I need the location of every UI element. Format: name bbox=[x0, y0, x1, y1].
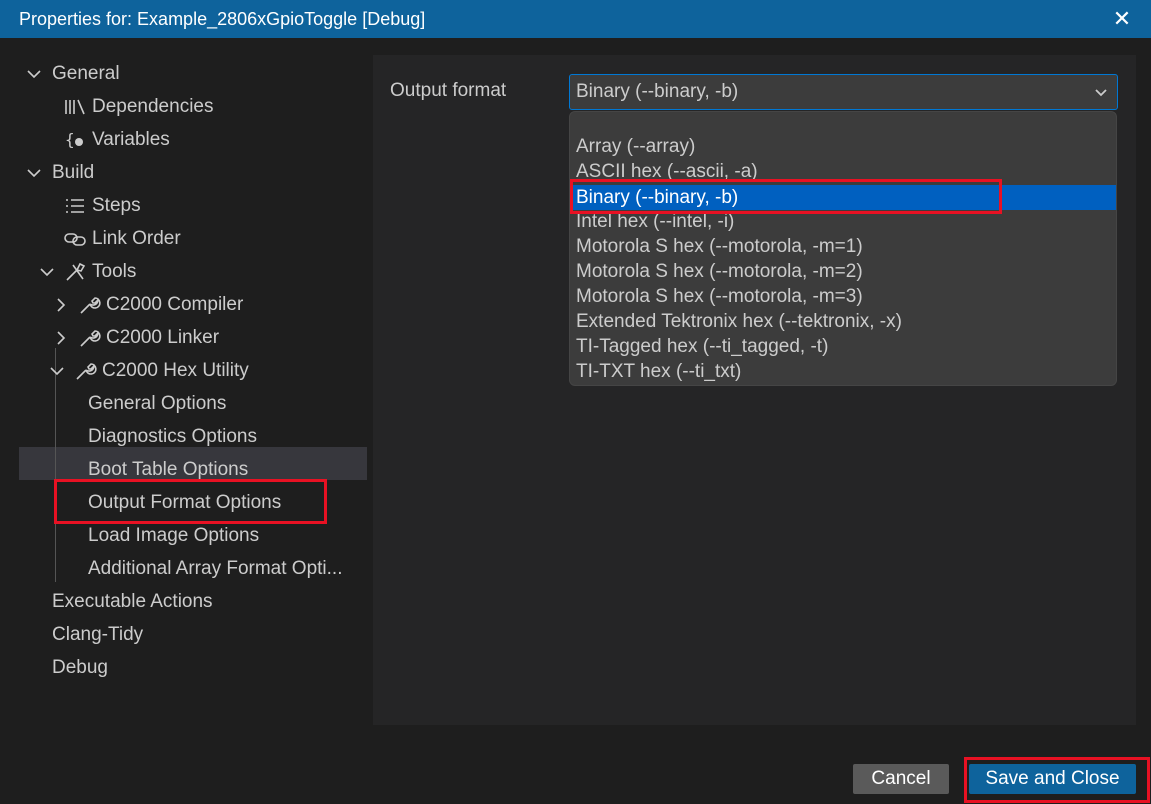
tree-item-general[interactable]: General bbox=[27, 57, 120, 90]
chevron-down-icon bbox=[50, 364, 64, 378]
tree-label: General Options bbox=[88, 392, 227, 414]
wrench-icon bbox=[78, 327, 102, 349]
dropdown-option[interactable]: TI-Tagged hex (--ti_tagged, -t) bbox=[570, 334, 1116, 359]
tree-item-build[interactable]: Build bbox=[27, 156, 94, 189]
dropdown-option[interactable]: TI-TXT hex (--ti_txt) bbox=[570, 359, 1116, 384]
title-bar: Properties for: Example_2806xGpioToggle … bbox=[0, 0, 1151, 38]
tools-icon bbox=[64, 261, 88, 283]
tree-item-c2000-hex-utility[interactable]: C2000 Hex Utility bbox=[50, 354, 249, 387]
svg-text:{: { bbox=[65, 130, 75, 149]
tree-label: Dependencies bbox=[92, 95, 214, 117]
chevron-right-icon bbox=[54, 330, 68, 345]
tree-label: Output Format Options bbox=[88, 491, 282, 513]
link-icon bbox=[64, 228, 88, 250]
tree-label: Executable Actions bbox=[52, 590, 213, 612]
dialog-title: Properties for: Example_2806xGpioToggle … bbox=[19, 8, 426, 29]
tree-item-variables[interactable]: { Variables bbox=[64, 123, 170, 156]
tree-item-general-options[interactable]: General Options bbox=[88, 387, 226, 420]
dropdown-option[interactable]: Intel hex (--intel, -i) bbox=[570, 209, 1116, 234]
tree-label: Steps bbox=[92, 194, 141, 216]
tree-label: Clang-Tidy bbox=[52, 623, 144, 645]
tree-item-dependencies[interactable]: Dependencies bbox=[64, 90, 213, 123]
library-icon bbox=[64, 96, 88, 118]
tree-item-tools[interactable]: Tools bbox=[40, 255, 136, 288]
dropdown-option[interactable]: Motorola S hex (--motorola, -m=2) bbox=[570, 259, 1116, 284]
wrench-icon bbox=[78, 294, 102, 316]
tree-label: C2000 Linker bbox=[106, 326, 220, 348]
tree-item-link-order[interactable]: Link Order bbox=[64, 222, 181, 255]
output-format-label: Output format bbox=[390, 80, 507, 101]
chevron-down-icon bbox=[27, 67, 41, 81]
output-format-select[interactable]: Binary (--binary, -b) bbox=[569, 74, 1118, 110]
tree-item-steps[interactable]: Steps bbox=[64, 189, 141, 222]
tree-item-additional-array-options[interactable]: Additional Array Format Opti... bbox=[88, 552, 343, 585]
variables-icon: { bbox=[64, 129, 88, 151]
wrench-icon bbox=[74, 360, 98, 382]
tree-item-load-image-options[interactable]: Load Image Options bbox=[88, 519, 259, 552]
tree-item-boot-table-options[interactable]: Boot Table Options bbox=[88, 453, 248, 486]
dropdown-option[interactable]: Motorola S hex (--motorola, -m=1) bbox=[570, 234, 1116, 259]
save-and-close-button[interactable]: Save and Close bbox=[969, 764, 1136, 794]
tree-item-c2000-linker[interactable]: C2000 Linker bbox=[54, 321, 219, 354]
tree-item-clang-tidy[interactable]: Clang-Tidy bbox=[52, 618, 143, 651]
tree-label: General bbox=[52, 62, 120, 84]
tree-item-c2000-compiler[interactable]: C2000 Compiler bbox=[54, 288, 243, 321]
list-icon bbox=[64, 195, 88, 217]
tree-label: Debug bbox=[52, 656, 108, 678]
close-icon[interactable]: ✕ bbox=[1111, 8, 1133, 30]
cancel-button[interactable]: Cancel bbox=[853, 764, 949, 794]
tree-label: C2000 Hex Utility bbox=[102, 359, 249, 381]
chevron-right-icon bbox=[54, 297, 68, 312]
chevron-down-icon bbox=[27, 166, 41, 180]
dropdown-option[interactable]: Array (--array) bbox=[570, 134, 1116, 159]
dropdown-option[interactable]: ASCII hex (--ascii, -a) bbox=[570, 159, 1116, 184]
select-value: Binary (--binary, -b) bbox=[576, 81, 739, 102]
chevron-down-icon bbox=[40, 265, 54, 279]
tree-item-debug[interactable]: Debug bbox=[52, 651, 108, 684]
tree-label: Variables bbox=[92, 128, 170, 150]
tree-label: Link Order bbox=[92, 227, 181, 249]
output-format-dropdown: Array (--array) ASCII hex (--ascii, -a) … bbox=[569, 111, 1117, 386]
tree-label: Diagnostics Options bbox=[88, 425, 257, 447]
tree-label: Load Image Options bbox=[88, 524, 260, 546]
chevron-down-icon bbox=[1093, 84, 1109, 106]
dropdown-option[interactable]: Motorola S hex (--motorola, -m=3) bbox=[570, 284, 1116, 309]
tree-label: Build bbox=[52, 161, 95, 183]
dropdown-option[interactable]: Extended Tektronix hex (--tektronix, -x) bbox=[570, 309, 1116, 334]
tree-item-diagnostics-options[interactable]: Diagnostics Options bbox=[88, 420, 257, 453]
dropdown-option-selected[interactable]: Binary (--binary, -b) bbox=[570, 185, 1116, 210]
tree-item-output-format-options[interactable]: Output Format Options bbox=[88, 486, 281, 519]
tree-label: C2000 Compiler bbox=[106, 293, 244, 315]
tree-label: Additional Array Format Opti... bbox=[88, 557, 343, 579]
tree-item-executable-actions[interactable]: Executable Actions bbox=[52, 585, 213, 618]
tree-label: Boot Table Options bbox=[88, 458, 249, 480]
tree-label: Tools bbox=[92, 260, 137, 282]
